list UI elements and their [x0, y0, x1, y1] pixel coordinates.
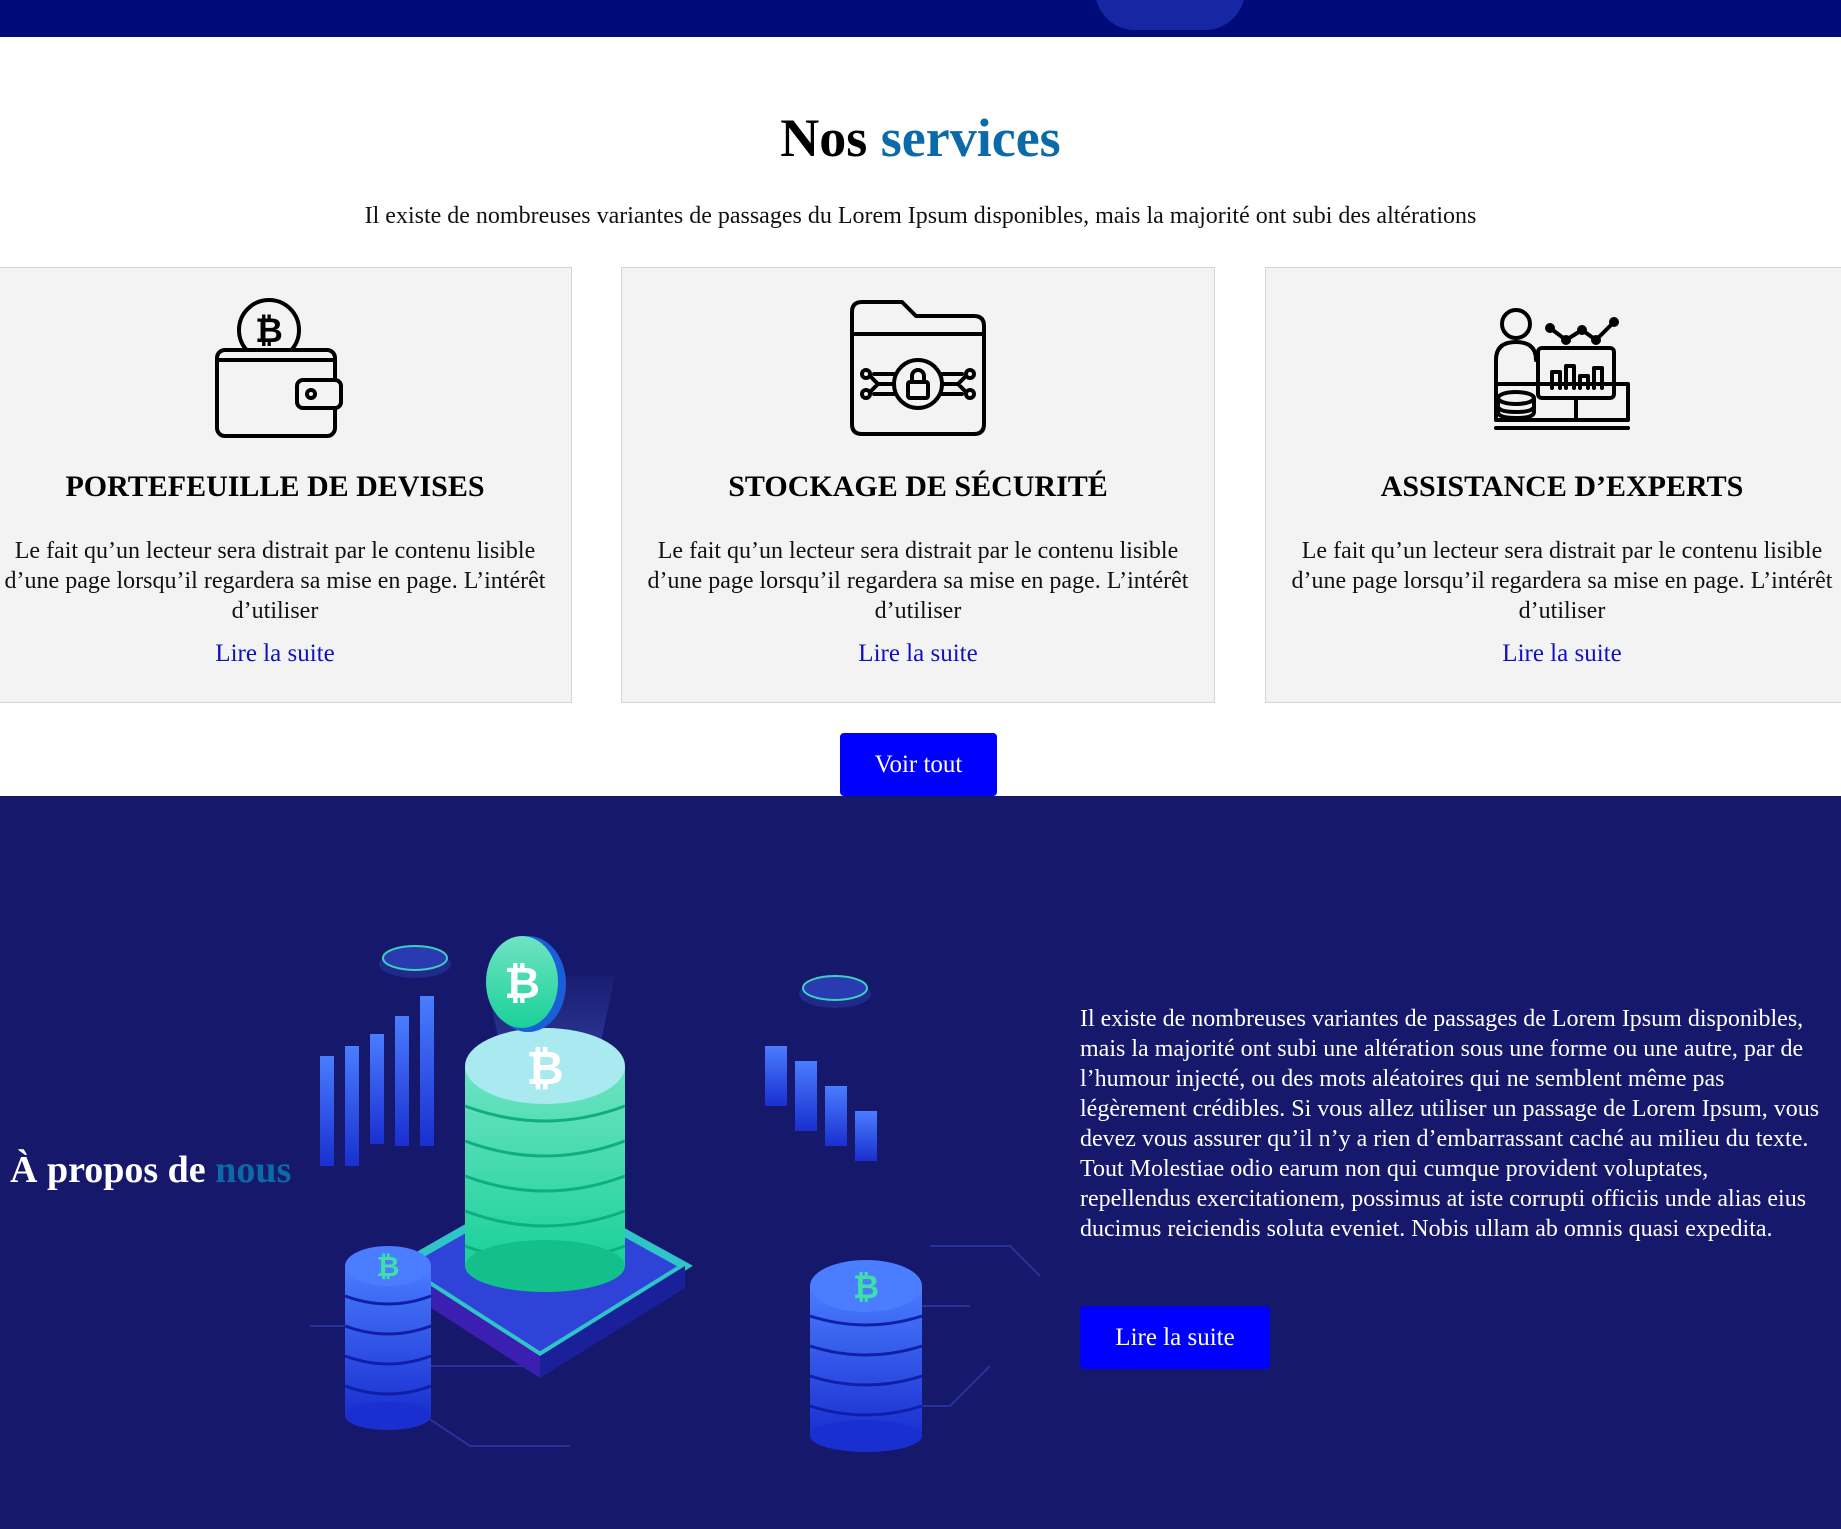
top-banner-strip — [0, 0, 1841, 37]
card-title: STOCKAGE DE SÉCURITÉ — [728, 470, 1108, 503]
service-card-wallet: ₿ PORTEFEUILLE DE DEVISES Le fait qu’un … — [0, 267, 572, 703]
about-section: À propos de nous ₿ ₿ ₿ ₿ Il existe de no… — [0, 796, 1841, 1529]
card-text: Le fait qu’un lecteur sera distrait par … — [1291, 538, 1833, 624]
about-title: À propos de nous — [10, 1149, 292, 1191]
svg-text:₿: ₿ — [377, 1250, 400, 1283]
services-title: Nos services — [780, 108, 1061, 168]
expert-analytics-icon — [1494, 308, 1630, 430]
svg-text:₿: ₿ — [853, 1268, 879, 1306]
svg-text:₿: ₿ — [255, 311, 283, 351]
services-subtitle: Il existe de nombreuses variantes de pas… — [364, 203, 1477, 229]
service-card-storage: STOCKAGE DE SÉCURITÉ Le fait qu’un lecte… — [621, 267, 1215, 703]
about-read-more-button[interactable]: Lire la suite — [1080, 1306, 1270, 1369]
services-section: Nos services Il existe de nombreuses var… — [0, 37, 1841, 796]
svg-text:₿: ₿ — [526, 1041, 564, 1095]
wallet-bitcoin-icon: ₿ — [215, 298, 343, 438]
banner-decoration — [1095, 0, 1245, 30]
crypto-coins-illustration: ₿ ₿ ₿ ₿ — [310, 936, 1041, 1452]
card-text: Le fait qu’un lecteur sera distrait par … — [4, 538, 546, 624]
secure-folder-lock-icon — [850, 300, 986, 436]
card-read-more-link[interactable]: Lire la suite — [622, 640, 1214, 668]
view-all-button[interactable]: Voir tout — [840, 733, 997, 796]
service-card-experts: ASSISTANCE D’EXPERTS Le fait qu’un lecte… — [1265, 267, 1841, 703]
svg-text:₿: ₿ — [504, 958, 540, 1009]
card-read-more-link[interactable]: Lire la suite — [0, 640, 571, 668]
card-text: Le fait qu’un lecteur sera distrait par … — [647, 538, 1189, 624]
about-text: Il existe de nombreuses variantes de pas… — [1080, 1006, 1820, 1242]
card-title: ASSISTANCE D’EXPERTS — [1380, 470, 1744, 503]
card-read-more-link[interactable]: Lire la suite — [1266, 640, 1841, 668]
card-title: PORTEFEUILLE DE DEVISES — [65, 470, 485, 503]
